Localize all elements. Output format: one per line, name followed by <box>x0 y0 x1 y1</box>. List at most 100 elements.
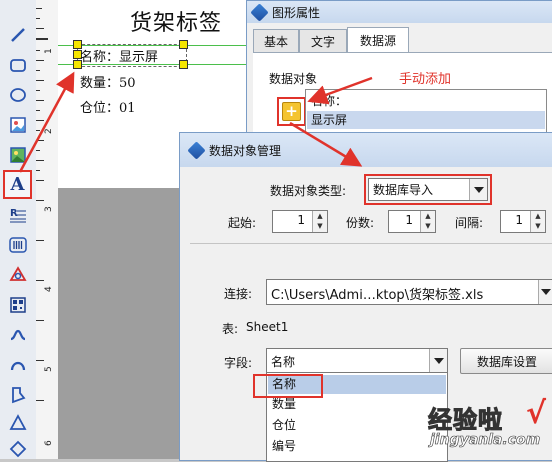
line-icon[interactable] <box>5 22 31 48</box>
image-icon[interactable] <box>5 142 31 168</box>
ruler-tick <box>36 18 40 19</box>
start-spinner[interactable]: 1 ▲ ▼ <box>272 210 328 233</box>
chevron-down-icon[interactable] <box>538 280 552 304</box>
db-settings-button[interactable]: 数据库设置 <box>460 348 552 374</box>
option-highlight <box>253 374 323 398</box>
label-text-name[interactable]: 名称：显示屏 <box>80 46 158 65</box>
table-value: Sheet1 <box>246 320 289 334</box>
chevron-down-icon[interactable] <box>429 349 447 373</box>
field-label: 字段: <box>224 356 253 370</box>
curve-icon[interactable] <box>5 322 31 348</box>
spin-up-icon[interactable]: ▲ <box>531 211 545 221</box>
table-label: 表: <box>222 322 239 336</box>
rich-text-icon[interactable]: R <box>5 202 31 228</box>
copies-label: 份数: <box>346 216 375 230</box>
ruler-tick <box>36 90 40 91</box>
ruler-tick <box>36 280 44 281</box>
ruler-tick <box>36 240 44 241</box>
check-icon: √ <box>525 396 546 431</box>
watermark-logo: 经验啦 √ jingyanla.com <box>428 396 548 456</box>
vertical-ruler: 1 2 3 4 5 6 <box>36 0 59 459</box>
separator <box>190 243 552 244</box>
graphic-properties-dialog: 图形属性 基本 文字 数据源 数据对象 + 手动添加 名称： 显示屏 <box>246 0 552 142</box>
field-value: 名称 <box>271 355 296 369</box>
field-select[interactable]: 名称 <box>266 348 448 374</box>
dropdown-option[interactable]: 编号 <box>268 437 446 456</box>
ruler-tick <box>36 80 44 81</box>
ruler-tick <box>36 400 44 401</box>
manager-titlebar[interactable]: 数据对象管理 <box>180 133 552 167</box>
data-object-list[interactable]: 名称： 显示屏 <box>305 89 547 133</box>
app-icon <box>250 2 269 22</box>
resize-handle[interactable] <box>179 40 188 49</box>
interval-spinner[interactable]: 1 ▲ ▼ <box>500 210 546 233</box>
diamond-icon[interactable] <box>5 436 31 462</box>
watermark-url: jingyanla.com <box>430 432 541 449</box>
shape-icon[interactable] <box>5 262 31 288</box>
add-data-object-button[interactable]: + <box>282 102 301 121</box>
list-item[interactable]: 名称： <box>307 92 545 110</box>
ruler-tick <box>36 8 42 9</box>
ruler-tick <box>36 130 40 131</box>
list-item[interactable]: 显示屏 <box>307 111 545 129</box>
ruler-tick <box>36 170 40 171</box>
start-label: 起始: <box>228 216 257 230</box>
ruler-number: 3 <box>44 206 54 212</box>
copies-spinner[interactable]: 1 ▲ ▼ <box>388 210 436 233</box>
tab-basic[interactable]: 基本 <box>253 29 299 52</box>
spin-down-icon[interactable]: ▼ <box>313 221 327 231</box>
ruler-number: 4 <box>44 286 54 292</box>
connection-select[interactable]: C:\Users\Admi…ktop\货架标签.xls <box>266 279 552 305</box>
ruler-number: 2 <box>44 128 54 134</box>
properties-titlebar[interactable]: 图形属性 <box>247 1 552 23</box>
ruler-number: 5 <box>44 366 54 372</box>
tab-data-source[interactable]: 数据源 <box>347 27 409 53</box>
tool-palette: A R <box>0 0 37 459</box>
ruler-tick <box>36 28 44 29</box>
ruler-tick <box>36 110 40 111</box>
label-text-quantity[interactable]: 数量：50 <box>80 72 136 91</box>
ruler-tick <box>36 320 44 321</box>
label-text-location[interactable]: 仓位：01 <box>80 97 136 116</box>
connection-value: C:\Users\Admi…ktop\货架标签.xls <box>271 288 484 303</box>
spin-down-icon[interactable]: ▼ <box>531 221 545 231</box>
text-icon[interactable]: A <box>3 170 32 199</box>
picture-icon[interactable] <box>5 112 31 138</box>
data-source-panel: 数据对象 + 手动添加 名称： 显示屏 <box>253 52 552 142</box>
ruler-tick <box>36 50 40 51</box>
ruler-tick <box>36 360 44 361</box>
connection-label: 连接: <box>224 287 253 301</box>
ruler-number: 1 <box>44 48 54 54</box>
ruler-tick <box>36 60 44 61</box>
ruler-tick <box>36 160 44 161</box>
start-value: 1 <box>297 213 305 227</box>
ruler-tick <box>36 180 44 181</box>
triangle-icon[interactable] <box>5 410 31 436</box>
dropdown-option[interactable]: 仓位 <box>268 416 446 435</box>
watermark-text: 经验啦 <box>428 406 503 435</box>
spin-down-icon[interactable]: ▼ <box>421 221 435 231</box>
polygon-icon[interactable] <box>5 382 31 408</box>
tab-text[interactable]: 文字 <box>299 29 347 52</box>
ruler-tick <box>36 120 44 121</box>
ellipse-icon[interactable] <box>5 82 31 108</box>
text-tool-glyph: A <box>10 174 25 195</box>
ruler-tick <box>36 200 44 201</box>
rounded-rect-icon[interactable] <box>5 52 31 78</box>
qrcode-icon[interactable] <box>5 292 31 318</box>
interval-label: 间隔: <box>455 216 484 230</box>
interval-value: 1 <box>515 213 523 227</box>
ruler-number: 6 <box>44 440 54 446</box>
ruler-tick <box>36 150 40 151</box>
arc-icon[interactable] <box>5 352 31 378</box>
barcode-icon[interactable] <box>5 232 31 258</box>
ruler-tick <box>36 100 44 101</box>
data-object-section-label: 数据对象 <box>269 72 318 86</box>
app-icon <box>187 140 206 160</box>
spin-up-icon[interactable]: ▲ <box>313 211 327 221</box>
spin-up-icon[interactable]: ▲ <box>421 211 435 221</box>
resize-handle[interactable] <box>179 60 188 69</box>
object-type-label: 数据对象类型: <box>270 184 347 198</box>
label-title-text[interactable]: 货架标签 <box>130 5 222 37</box>
manual-add-annotation: 手动添加 <box>399 72 452 87</box>
